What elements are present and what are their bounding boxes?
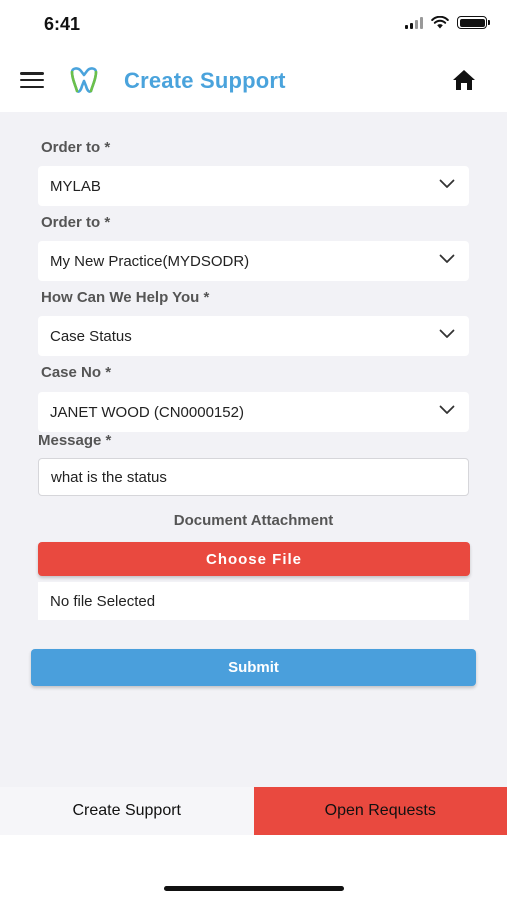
message-label: Message * bbox=[38, 432, 112, 449]
help-select[interactable]: Case Status bbox=[38, 316, 469, 356]
help-label: How Can We Help You * bbox=[41, 289, 210, 306]
app-header: Create Support bbox=[0, 48, 507, 112]
submit-button[interactable]: Submit bbox=[31, 649, 476, 686]
message-input[interactable]: what is the status bbox=[38, 458, 469, 496]
chevron-down-icon bbox=[439, 179, 455, 188]
file-status-text: No file Selected bbox=[50, 592, 156, 610]
chevron-down-icon bbox=[439, 329, 455, 338]
home-icon[interactable] bbox=[451, 68, 477, 92]
tooth-logo-icon bbox=[70, 67, 98, 93]
home-indicator[interactable] bbox=[164, 886, 344, 891]
choose-file-button[interactable]: Choose File bbox=[38, 542, 470, 576]
chevron-down-icon bbox=[439, 254, 455, 263]
case-no-select[interactable]: JANET WOOD (CN0000152) bbox=[38, 392, 469, 432]
order-to-value-2: My New Practice(MYDSODR) bbox=[50, 252, 250, 270]
order-to-label-1: Order to * bbox=[41, 139, 111, 156]
battery-icon bbox=[457, 16, 490, 29]
support-form: Order to * MYLAB Order to * My New Pract… bbox=[0, 112, 507, 787]
order-to-select-2[interactable]: My New Practice(MYDSODR) bbox=[38, 241, 469, 281]
status-time: 6:41 bbox=[44, 14, 81, 34]
help-value: Case Status bbox=[50, 327, 132, 345]
file-status: No file Selected bbox=[38, 582, 469, 620]
bottom-tab-bar: Create Support Open Requests bbox=[0, 787, 507, 835]
document-attachment-label: Document Attachment bbox=[173, 512, 334, 529]
order-to-value-1: MYLAB bbox=[50, 177, 101, 195]
order-to-select-1[interactable]: MYLAB bbox=[38, 166, 469, 206]
page-title: Create Support bbox=[124, 68, 286, 93]
order-to-label-2: Order to * bbox=[41, 214, 111, 231]
status-bar: 6:41 bbox=[0, 0, 507, 48]
message-value: what is the status bbox=[51, 468, 167, 486]
chevron-down-icon bbox=[439, 405, 455, 414]
hamburger-menu-icon[interactable] bbox=[20, 72, 44, 88]
wifi-icon bbox=[431, 16, 449, 29]
case-no-label: Case No * bbox=[41, 364, 112, 381]
cellular-signal-icon bbox=[405, 16, 423, 29]
tab-open-requests[interactable]: Open Requests bbox=[253, 787, 507, 835]
case-no-value: JANET WOOD (CN0000152) bbox=[50, 403, 244, 421]
status-icons bbox=[405, 16, 490, 29]
screen: 6:41 Create Support Order to * MYLAB Ord… bbox=[0, 0, 507, 900]
tab-create-support[interactable]: Create Support bbox=[0, 787, 254, 835]
